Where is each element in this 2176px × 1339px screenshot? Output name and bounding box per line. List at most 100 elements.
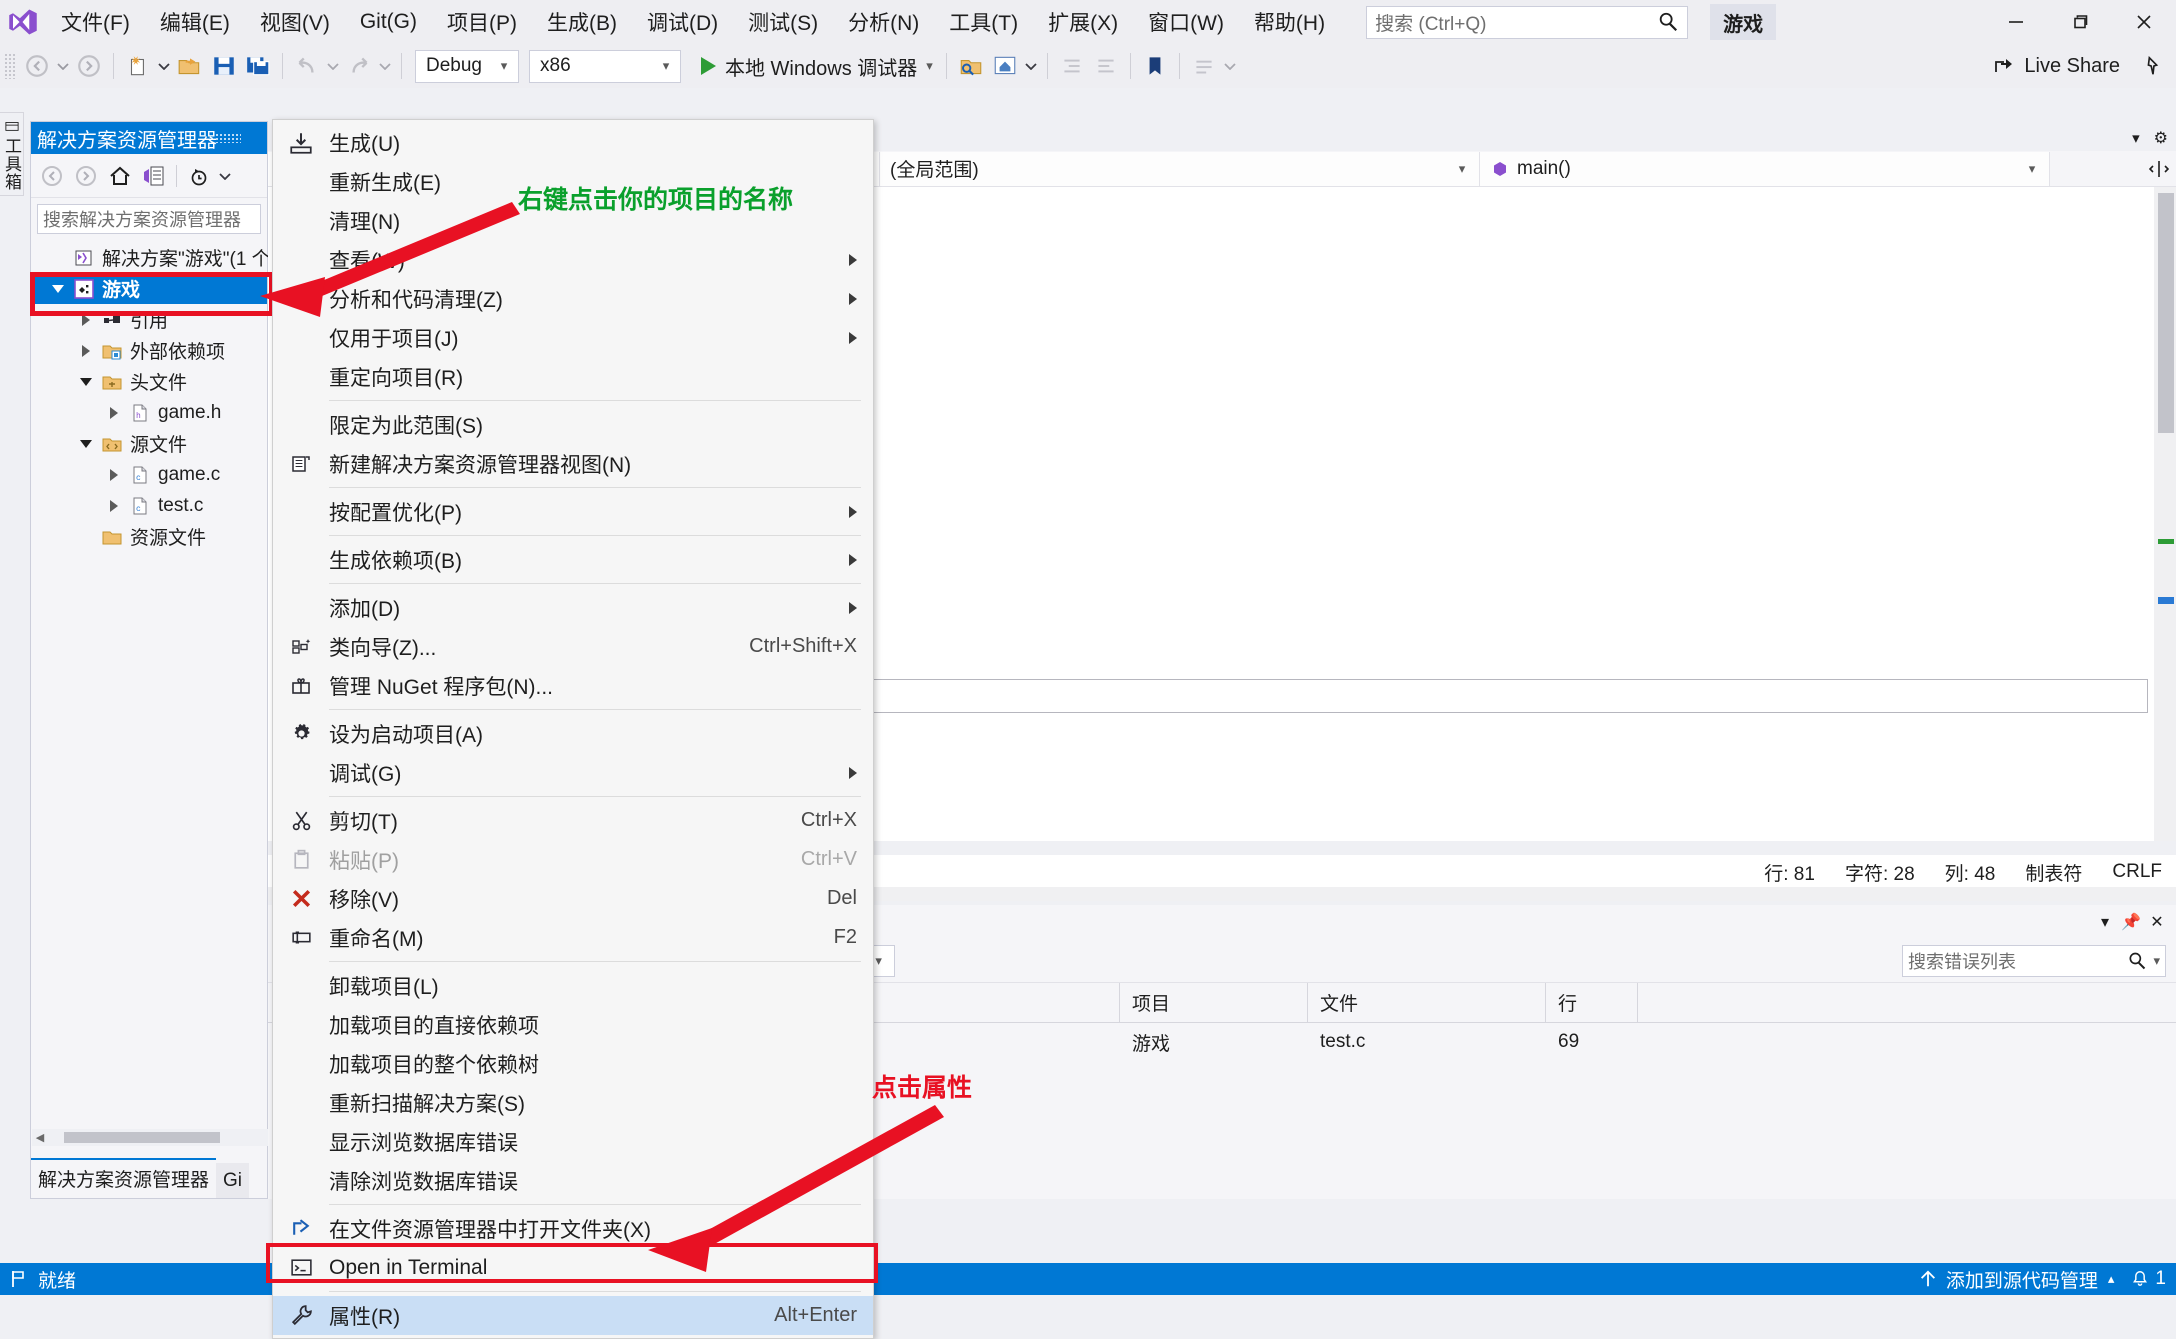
comment-dropdown-icon[interactable] [1221,48,1239,84]
close-icon[interactable] [2112,0,2176,44]
twisty-closed[interactable] [73,313,99,326]
outdent-icon[interactable] [1089,48,1123,84]
pin-icon[interactable]: 📌 [2118,912,2144,932]
chevron-down-icon[interactable]: ▴ [2108,1271,2115,1287]
split-editor-icon[interactable] [2142,159,2176,179]
new-file-icon[interactable] [121,48,155,84]
ctx-class-wizard[interactable]: 类向导(Z)... Ctrl+Shift+X [273,627,873,666]
gear-icon[interactable]: ⚙ [2154,128,2168,148]
back-arrow-icon[interactable] [35,159,69,193]
nav-member-combo[interactable]: main() ▾ [1480,151,2050,186]
scroll-left-arrow-icon[interactable]: ◀ [32,1131,48,1144]
home-icon[interactable] [103,159,137,193]
chevron-down-icon[interactable] [216,159,234,193]
ctx-manage-nuget[interactable]: 管理 NuGet 程序包(N)... [273,666,873,705]
tree-node-resource-files[interactable]: 资源文件 [31,521,267,552]
menu-build[interactable]: 生成(B) [532,0,632,44]
start-debug-button[interactable]: 本地 Windows 调试器 ▾ [693,48,939,84]
tab-solution-explorer[interactable]: 解决方案资源管理器 [31,1158,217,1198]
twisty-closed[interactable] [101,406,127,419]
ctx-profile-guided-opt[interactable]: 按配置优化(P) [273,492,873,531]
ctx-view[interactable]: 查看(W) [273,240,873,279]
menu-git[interactable]: Git(G) [345,0,432,44]
solution-explorer-hscrollbar[interactable]: ◀ [32,1129,268,1146]
notifications-button[interactable]: 1 [2130,1268,2166,1290]
column-header-line[interactable]: 行 [1546,982,1638,1023]
solution-platform-combo[interactable]: x86 ▾ [529,49,681,83]
undo-dropdown-icon[interactable] [324,48,342,84]
global-search-input[interactable]: 搜索 (Ctrl+Q) [1366,5,1689,39]
tree-node-game-h[interactable]: h game.h [31,397,267,428]
ctx-clear-browse-db-errors[interactable]: 清除浏览数据库错误 [273,1161,873,1200]
back-arrow-icon[interactable] [20,48,54,84]
tree-node-header-files[interactable]: 头文件 [31,366,267,397]
ctx-set-as-startup[interactable]: 设为启动项目(A) [273,714,873,753]
bookmark-icon[interactable] [1138,48,1172,84]
vscroll-thumb[interactable] [2158,193,2174,433]
indent-icon[interactable] [1055,48,1089,84]
chevron-down-icon[interactable]: ▾ [926,58,933,74]
twisty-open[interactable] [73,377,99,386]
chevron-down-icon[interactable]: ▾ [2153,953,2160,969]
tree-node-solution[interactable]: 解决方案"游戏"(1 个 [31,242,271,273]
pending-changes-icon[interactable] [182,159,216,193]
tree-node-source-files[interactable]: 源文件 [31,428,267,459]
menu-window[interactable]: 窗口(W) [1133,0,1239,44]
home-frame-dropdown-icon[interactable] [1022,48,1040,84]
toolbox-vertical-tab[interactable]: 工具箱 [0,112,24,196]
ctx-build-dependencies[interactable]: 生成依赖项(B) [273,540,873,579]
twisty-open[interactable] [45,284,71,293]
add-to-source-control-button[interactable]: 添加到源代码管理 ▴ [1918,1266,2115,1293]
column-header-file[interactable]: 文件 [1308,982,1546,1023]
ctx-properties[interactable]: 属性(R) Alt+Enter [273,1296,873,1335]
ctx-rescan-solution[interactable]: 重新扫描解决方案(S) [273,1083,873,1122]
ctx-add[interactable]: 添加(D) [273,588,873,627]
twisty-closed[interactable] [73,344,99,357]
tab-git-changes[interactable]: Gi [216,1163,250,1198]
ctx-unload-project[interactable]: 卸载项目(L) [273,966,873,1005]
twisty-open[interactable] [73,439,99,448]
search-folder-icon[interactable] [954,48,988,84]
forward-arrow-icon[interactable] [72,48,106,84]
tree-node-references[interactable]: 引用 [31,304,267,335]
menu-tools[interactable]: 工具(T) [934,0,1033,44]
chevron-down-icon[interactable]: ▾ [2132,129,2140,147]
ctx-remove[interactable]: 移除(V) Del [273,879,873,918]
undo-icon[interactable] [290,48,324,84]
tree-node-external-dependencies[interactable]: 外部依赖项 [31,335,267,366]
back-dropdown-icon[interactable] [54,48,72,84]
ctx-show-browse-db-errors[interactable]: 显示浏览数据库错误 [273,1122,873,1161]
tree-node-game-c[interactable]: c game.c [31,459,267,490]
comment-icon[interactable] [1187,48,1221,84]
ctx-open-in-terminal[interactable]: Open in Terminal [273,1248,873,1287]
toolbar-grip[interactable] [4,53,16,79]
chevron-down-icon[interactable]: ▾ [2092,912,2118,932]
ctx-debug[interactable]: 调试(G) [273,753,873,792]
solution-configuration-combo[interactable]: Debug ▾ [415,49,519,83]
twisty-closed[interactable] [101,468,127,481]
forward-arrow-icon[interactable] [69,159,103,193]
new-file-dropdown-icon[interactable] [155,48,173,84]
solution-explorer-search-input[interactable]: 搜索解决方案资源管理器 [37,204,261,234]
ctx-cut[interactable]: 剪切(T) Ctrl+X [273,801,873,840]
menu-view[interactable]: 视图(V) [245,0,345,44]
menu-extensions[interactable]: 扩展(X) [1033,0,1133,44]
nav-scope-combo[interactable]: (全局范围) ▾ [880,151,1480,186]
ctx-load-direct-deps[interactable]: 加载项目的直接依赖项 [273,1005,873,1044]
hscroll-thumb[interactable] [64,1132,220,1143]
menu-project[interactable]: 项目(P) [432,0,532,44]
save-all-icon[interactable] [241,48,275,84]
menu-analyze[interactable]: 分析(N) [833,0,934,44]
solution-view-icon[interactable] [137,159,171,193]
redo-dropdown-icon[interactable] [376,48,394,84]
panel-grip[interactable] [215,133,241,143]
error-list-search-input[interactable]: 搜索错误列表 ▾ [1902,944,2166,977]
open-folder-icon[interactable] [173,48,207,84]
redo-icon[interactable] [342,48,376,84]
column-header-project[interactable]: 项目 [1120,982,1308,1023]
ctx-retarget[interactable]: 重定向项目(R) [273,357,873,396]
home-frame-icon[interactable] [988,48,1022,84]
pin-toolbar-icon[interactable] [2130,48,2176,84]
minimize-icon[interactable] [1984,0,2048,44]
ctx-build[interactable]: 生成(U) [273,123,873,162]
